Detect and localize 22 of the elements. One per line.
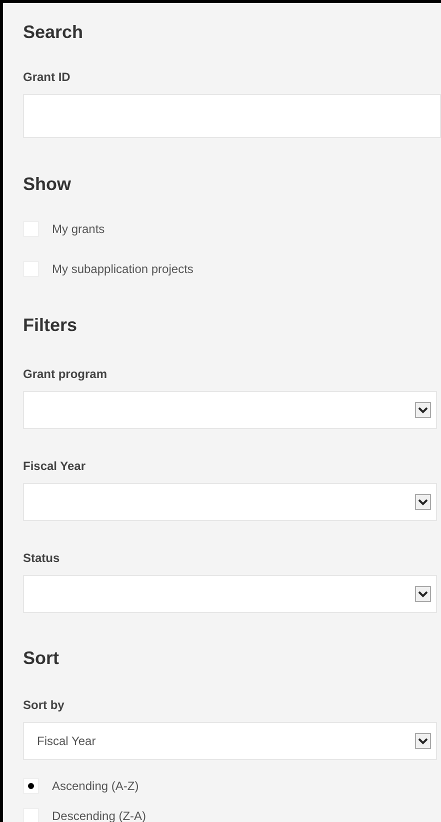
text-field[interactable] [23,94,441,138]
chevron-down-icon [415,494,431,510]
field-label: Grant ID [23,69,72,86]
dropdown[interactable] [23,483,437,521]
section-heading: Show [23,173,72,196]
field-label: Status [23,550,61,567]
option-label: My subapplication projects [52,261,194,278]
section-heading: Search [23,21,84,44]
option-label: Ascending (A-Z) [52,778,139,795]
dropdown[interactable] [23,391,437,429]
chevron-down-icon [415,733,431,749]
option-label: My grants [52,221,105,238]
section-heading: Filters [23,314,78,337]
field-label: Grant program [23,366,108,383]
field-label: Sort by [23,697,66,714]
radio-button[interactable] [23,778,39,794]
field-label: Fiscal Year [23,458,86,475]
section-heading: Sort [23,647,60,670]
chevron-down-icon [415,586,431,602]
dropdown[interactable]: Fiscal Year [23,722,437,760]
dropdown[interactable] [23,575,437,613]
chevron-down-icon [415,402,431,418]
